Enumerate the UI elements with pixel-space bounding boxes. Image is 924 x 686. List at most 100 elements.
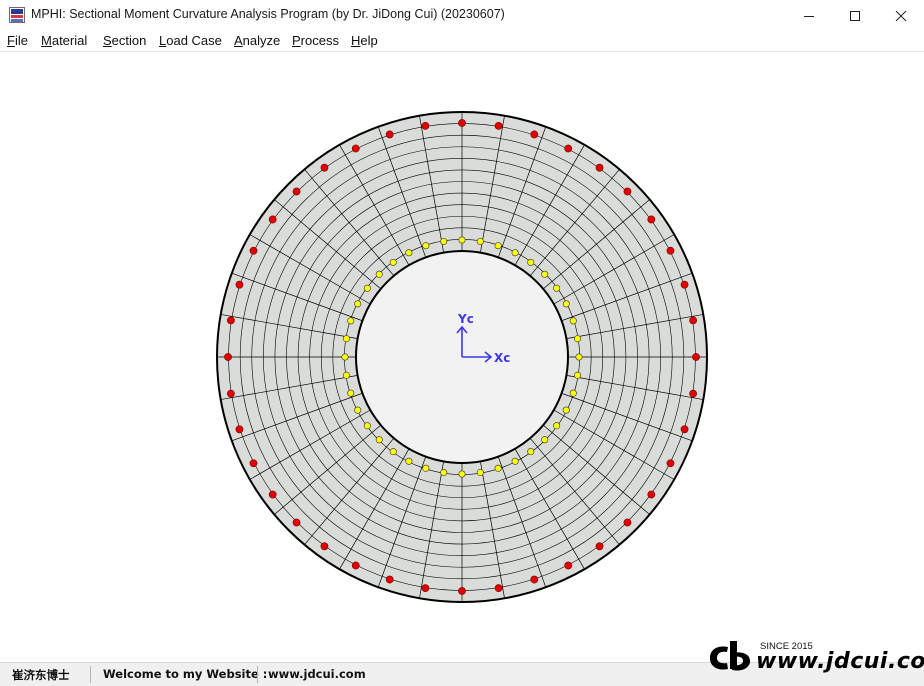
y-axis-label: Yc <box>457 312 474 326</box>
section-drawing[interactable]: Xc Yc <box>0 52 924 662</box>
inner-rebar <box>569 389 577 397</box>
menu-section[interactable]: Section <box>103 33 146 48</box>
outer-rebar <box>268 215 277 224</box>
outer-rebar <box>421 121 430 130</box>
x-axis-label: Xc <box>494 351 510 365</box>
menu-material[interactable]: Material <box>41 33 87 48</box>
minimize-button[interactable] <box>786 0 832 31</box>
inner-rebar <box>553 284 561 292</box>
site-logo: SINCE 2015 www.jdcui.com <box>706 637 924 677</box>
outer-rebar <box>623 518 632 527</box>
maximize-icon <box>850 10 860 21</box>
outer-rebar <box>530 575 539 584</box>
window-title: MPHI: Sectional Moment Curvature Analysi… <box>31 7 505 21</box>
outer-rebar <box>249 246 258 255</box>
cd-logo-mark <box>710 641 750 671</box>
status-welcome: Welcome to my Website : <box>103 667 268 681</box>
outer-rebar <box>564 144 573 153</box>
inner-rebar <box>375 436 383 444</box>
outer-rebar <box>494 121 503 130</box>
outer-rebar <box>320 542 329 551</box>
inner-rebar <box>541 436 549 444</box>
outer-rebar <box>292 187 301 196</box>
inner-rebar <box>511 457 519 465</box>
outer-rebar <box>680 280 689 289</box>
outer-rebar <box>249 459 258 468</box>
inner-rebar <box>341 353 349 361</box>
outer-rebar <box>385 575 394 584</box>
inner-rebar <box>342 335 350 343</box>
inner-rebar <box>422 464 430 472</box>
outer-rebar <box>689 389 698 398</box>
outer-rebar <box>564 561 573 570</box>
inner-rebar <box>458 470 466 478</box>
mphi-app-icon[interactable] <box>9 7 25 23</box>
outer-rebar <box>623 187 632 196</box>
close-button[interactable] <box>878 0 924 31</box>
inner-rebar <box>389 448 397 456</box>
status-divider <box>90 666 91 683</box>
outer-rebar <box>226 316 235 325</box>
inner-rebar <box>405 457 413 465</box>
inner-rebar <box>562 300 570 308</box>
outer-rebar <box>647 215 656 224</box>
inner-rebar <box>342 371 350 379</box>
outer-rebar <box>268 490 277 499</box>
outer-rebar <box>320 163 329 172</box>
menu-help[interactable]: Help <box>351 33 378 48</box>
inner-rebar <box>458 236 466 244</box>
inner-rebar <box>476 237 484 245</box>
inner-rebar <box>527 448 535 456</box>
inner-rebar <box>354 406 362 414</box>
inner-rebar <box>440 469 448 477</box>
outer-rebar <box>421 584 430 593</box>
outer-rebar <box>494 584 503 593</box>
outer-rebar <box>647 490 656 499</box>
inner-rebar <box>476 469 484 477</box>
inner-rebar <box>363 284 371 292</box>
maximize-button[interactable] <box>832 0 878 31</box>
status-author: 崔济东博士 <box>12 668 70 682</box>
inner-rebar <box>511 249 519 257</box>
outer-rebar <box>666 246 675 255</box>
inner-rebar <box>562 406 570 414</box>
inner-rebar <box>440 237 448 245</box>
minimize-icon <box>804 15 814 17</box>
outer-rebar <box>458 119 466 127</box>
outer-rebar <box>292 518 301 527</box>
menu-load-case[interactable]: Load Case <box>159 33 222 48</box>
close-icon <box>895 10 907 21</box>
inner-rebar <box>347 317 355 325</box>
inner-rebar <box>422 242 430 250</box>
logo-url: www.jdcui.com <box>756 649 924 674</box>
inner-rebar <box>494 242 502 250</box>
outer-rebar <box>666 459 675 468</box>
inner-rebar <box>541 270 549 278</box>
menu-process[interactable]: Process <box>292 33 339 48</box>
inner-rebar <box>569 317 577 325</box>
inner-rebar <box>347 389 355 397</box>
outer-rebar <box>351 561 360 570</box>
inner-rebar <box>389 258 397 266</box>
inner-rebar <box>574 371 582 379</box>
outer-rebar <box>224 353 232 361</box>
menu-file[interactable]: File <box>7 33 28 48</box>
outer-rebar <box>595 163 604 172</box>
outer-rebar <box>385 130 394 139</box>
inner-rebar <box>405 249 413 257</box>
menu-analyze[interactable]: Analyze <box>234 33 280 48</box>
menu-bar: File Material Section Load Case Analyze … <box>0 31 924 52</box>
status-divider <box>257 666 258 683</box>
status-website[interactable]: www.jdcui.com <box>268 667 366 681</box>
title-bar: MPHI: Sectional Moment Curvature Analysi… <box>0 0 924 31</box>
outer-rebar <box>530 130 539 139</box>
outer-rebar <box>226 389 235 398</box>
section-canvas[interactable]: Xc Yc <box>0 52 924 662</box>
outer-rebar <box>235 280 244 289</box>
inner-rebar <box>375 270 383 278</box>
outer-rebar <box>692 353 700 361</box>
inner-rebar <box>363 422 371 430</box>
outer-rebar <box>689 316 698 325</box>
inner-rebar <box>494 464 502 472</box>
outer-rebar <box>235 425 244 434</box>
